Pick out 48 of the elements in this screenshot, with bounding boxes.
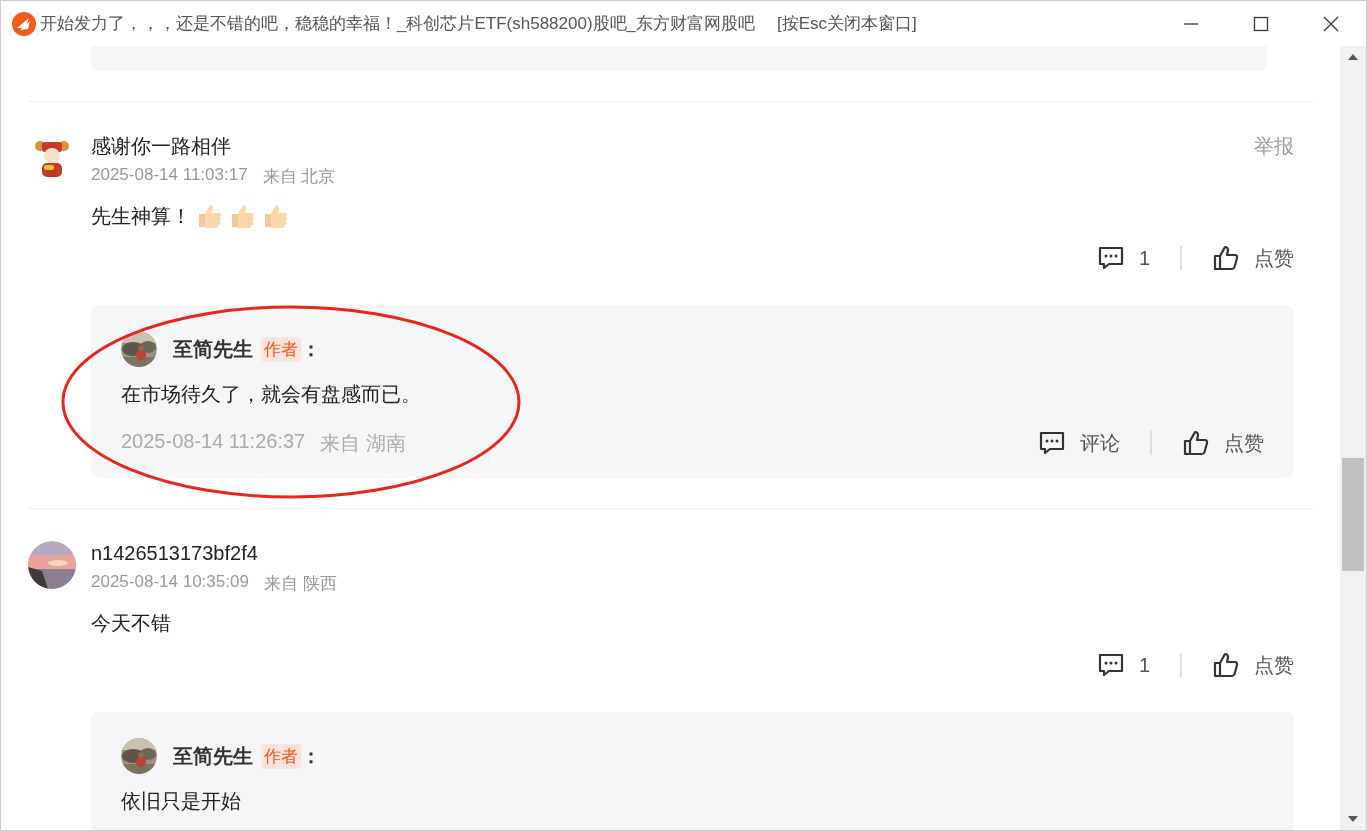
comment-button[interactable]: 评论 bbox=[1038, 429, 1120, 457]
author-badge: 作者 bbox=[261, 336, 301, 362]
reply-location: 来自 湖南 bbox=[320, 430, 406, 456]
like-label: 点赞 bbox=[1254, 245, 1294, 271]
reply-text: 依旧只是开始 bbox=[121, 789, 242, 814]
scrollbar[interactable] bbox=[1340, 46, 1366, 830]
comment-count-button[interactable]: 1 bbox=[1096, 244, 1150, 272]
thumbs-up-icon bbox=[1212, 244, 1240, 272]
post-location: 来自 陕西 bbox=[263, 573, 337, 595]
colon: ： bbox=[301, 336, 321, 362]
reply-time: 2025-08-14 11:26:37 bbox=[121, 429, 306, 454]
post-time: 2025-08-14 11:03:17 bbox=[91, 165, 248, 186]
like-button[interactable]: 点赞 bbox=[1182, 429, 1264, 457]
comment-count-button[interactable]: 1 bbox=[1096, 651, 1150, 679]
comment-icon bbox=[1096, 244, 1125, 272]
like-label: 点赞 bbox=[1254, 652, 1294, 678]
window-title: 开始发力了，，，还是不错的吧，稳稳的幸福！_科创芯片ETF(sh588200)股吧_东方财富网股吧 bbox=[40, 13, 756, 35]
comment-text: 今天不错 bbox=[91, 610, 171, 636]
reply-text: 在市场待久了，就会有盘感而已。 bbox=[121, 382, 422, 407]
app-logo-icon bbox=[12, 11, 36, 36]
like-label: 点赞 bbox=[1224, 430, 1264, 456]
post-time: 2025-08-14 10:35:09 bbox=[91, 572, 249, 593]
maximize-icon[interactable] bbox=[1253, 15, 1269, 32]
user-name[interactable]: 感谢你一路相伴 bbox=[91, 134, 231, 158]
author-name[interactable]: 至简先生 bbox=[173, 742, 253, 770]
scrollbar-thumb[interactable] bbox=[1342, 458, 1364, 571]
scroll-down-icon[interactable] bbox=[1348, 816, 1358, 822]
author-name[interactable]: 至简先生 bbox=[173, 335, 253, 363]
like-button[interactable]: 点赞 bbox=[1212, 244, 1294, 272]
scroll-up-icon[interactable] bbox=[1348, 54, 1358, 60]
close-icon[interactable] bbox=[1323, 15, 1339, 32]
close-hint: [按Esc关闭本窗口] bbox=[777, 13, 917, 35]
post-location: 来自 北京 bbox=[262, 166, 336, 188]
colon: ： bbox=[301, 743, 321, 769]
thumbs-up-icon bbox=[1182, 429, 1210, 457]
thumbs-up-emoji-icon bbox=[262, 202, 290, 230]
comment-count: 1 bbox=[1138, 653, 1150, 677]
user-name[interactable]: n1426513173bf2f4 bbox=[91, 541, 258, 565]
comment-icon bbox=[1038, 429, 1066, 457]
comment-icon bbox=[1096, 651, 1125, 679]
thumbs-up-emoji-icon bbox=[229, 202, 257, 230]
author-badge: 作者 bbox=[261, 743, 301, 769]
comment-label: 评论 bbox=[1080, 430, 1120, 456]
like-button[interactable]: 点赞 bbox=[1212, 651, 1294, 679]
comment-text: 先生神算！ bbox=[91, 203, 191, 229]
thumbs-up-icon bbox=[1212, 651, 1240, 679]
thumbs-up-emoji-icon bbox=[196, 202, 224, 230]
comment-count: 1 bbox=[1138, 246, 1150, 270]
